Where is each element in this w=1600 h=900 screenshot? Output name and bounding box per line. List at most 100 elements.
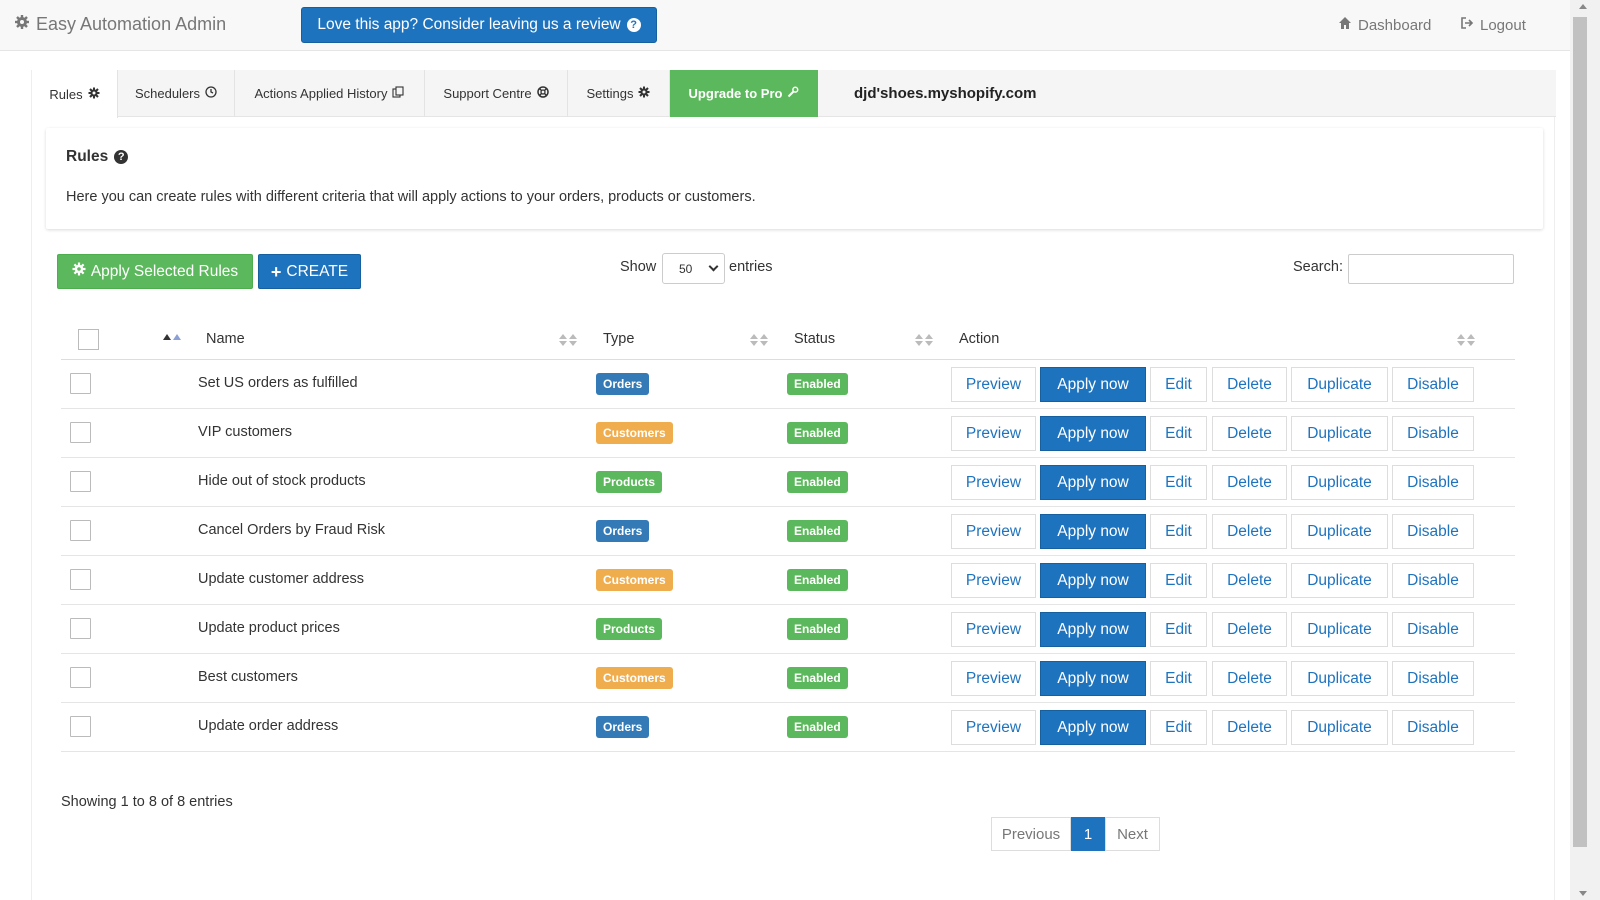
shop-domain: djd'shoes.myshopify.com (854, 85, 1037, 102)
sort-active-icon[interactable] (163, 334, 181, 346)
duplicate-button[interactable]: Duplicate (1291, 563, 1388, 598)
type-badge: Orders (596, 716, 650, 738)
previous-page-button[interactable]: Previous (991, 817, 1071, 851)
tab-settings[interactable]: Settings (568, 70, 670, 117)
duplicate-button[interactable]: Duplicate (1291, 612, 1388, 647)
row-checkbox[interactable] (70, 716, 91, 737)
preview-button[interactable]: Preview (951, 612, 1036, 647)
tab-actions-applied-history[interactable]: Actions Applied History (235, 70, 425, 117)
apply-now-button[interactable]: Apply now (1040, 465, 1146, 500)
apply-now-button[interactable]: Apply now (1040, 661, 1146, 696)
rule-name: Hide out of stock products (198, 473, 366, 489)
duplicate-button[interactable]: Duplicate (1291, 710, 1388, 745)
duplicate-button[interactable]: Duplicate (1291, 416, 1388, 451)
row-checkbox[interactable] (70, 422, 91, 443)
row-checkbox[interactable] (70, 618, 91, 639)
edit-button[interactable]: Edit (1150, 465, 1207, 500)
row-checkbox[interactable] (70, 569, 91, 590)
edit-button[interactable]: Edit (1150, 367, 1207, 402)
page-scrollbar[interactable] (1570, 0, 1600, 900)
delete-button[interactable]: Delete (1212, 465, 1287, 500)
disable-button[interactable]: Disable (1392, 416, 1474, 451)
table-row: Hide out of stock products Products Enable… (61, 458, 1515, 507)
edit-button[interactable]: Edit (1150, 416, 1207, 451)
delete-button[interactable]: Delete (1212, 661, 1287, 696)
next-page-button[interactable]: Next (1105, 817, 1160, 851)
edit-button[interactable]: Edit (1150, 563, 1207, 598)
disable-button[interactable]: Disable (1392, 514, 1474, 549)
rule-name: Update order address (198, 718, 339, 734)
edit-button[interactable]: Edit (1150, 514, 1207, 549)
column-header-action[interactable]: Action (959, 318, 999, 360)
rules-info-title: Rules ? (66, 148, 129, 166)
delete-button[interactable]: Delete (1212, 710, 1287, 745)
delete-button[interactable]: Delete (1212, 416, 1287, 451)
disable-button[interactable]: Disable (1392, 710, 1474, 745)
search-input[interactable] (1348, 254, 1514, 284)
preview-button[interactable]: Preview (951, 514, 1036, 549)
delete-button[interactable]: Delete (1212, 563, 1287, 598)
apply-now-button[interactable]: Apply now (1040, 710, 1146, 745)
row-checkbox[interactable] (70, 520, 91, 541)
duplicate-button[interactable]: Duplicate (1291, 465, 1388, 500)
select-all-checkbox[interactable] (78, 329, 99, 350)
preview-button[interactable]: Preview (951, 367, 1036, 402)
create-rule-button[interactable]: + CREATE (258, 254, 361, 289)
sort-icon[interactable] (1457, 334, 1475, 346)
sort-icon[interactable] (750, 334, 768, 346)
duplicate-button[interactable]: Duplicate (1291, 661, 1388, 696)
row-checkbox[interactable] (70, 373, 91, 394)
column-header-status[interactable]: Status (794, 318, 835, 360)
delete-button[interactable]: Delete (1212, 367, 1287, 402)
row-checkbox[interactable] (70, 667, 91, 688)
sort-icon[interactable] (559, 334, 577, 346)
entries-per-page-select[interactable]: 50 (662, 253, 725, 284)
edit-button[interactable]: Edit (1150, 661, 1207, 696)
edit-button[interactable]: Edit (1150, 710, 1207, 745)
scroll-thumb[interactable] (1573, 17, 1587, 847)
delete-button[interactable]: Delete (1212, 612, 1287, 647)
column-header-type[interactable]: Type (603, 318, 634, 360)
preview-button[interactable]: Preview (951, 563, 1036, 598)
edit-button[interactable]: Edit (1150, 612, 1207, 647)
delete-button[interactable]: Delete (1212, 514, 1287, 549)
tab-schedulers[interactable]: Schedulers (118, 70, 235, 117)
disable-button[interactable]: Disable (1392, 661, 1474, 696)
apply-selected-rules-label: Apply Selected Rules (90, 262, 239, 280)
tab-support-centre[interactable]: Support Centre (425, 70, 568, 117)
tab-rules[interactable]: Rules (32, 70, 118, 118)
tab-upgrade-to-pro[interactable]: Upgrade to Pro (670, 70, 818, 117)
disable-button[interactable]: Disable (1392, 367, 1474, 402)
logout-link[interactable]: Logout (1460, 16, 1526, 34)
sort-icon[interactable] (915, 334, 933, 346)
apply-now-button[interactable]: Apply now (1040, 367, 1146, 402)
column-header-name[interactable]: Name (206, 318, 245, 360)
dashboard-link[interactable]: Dashboard (1338, 16, 1431, 34)
row-checkbox[interactable] (70, 471, 91, 492)
disable-button[interactable]: Disable (1392, 612, 1474, 647)
question-icon[interactable]: ? (114, 150, 129, 164)
apply-now-button[interactable]: Apply now (1040, 416, 1146, 451)
preview-button[interactable]: Preview (951, 416, 1036, 451)
leave-review-button[interactable]: Love this app? Consider leaving us a rev… (301, 7, 657, 43)
disable-button[interactable]: Disable (1392, 563, 1474, 598)
apply-selected-rules-button[interactable]: Apply Selected Rules (57, 254, 253, 289)
preview-button[interactable]: Preview (951, 465, 1036, 500)
preview-button[interactable]: Preview (951, 661, 1036, 696)
scroll-down-arrow-icon[interactable] (1579, 891, 1587, 896)
apply-now-button[interactable]: Apply now (1040, 514, 1146, 549)
page-1-button[interactable]: 1 (1071, 817, 1105, 851)
disable-button[interactable]: Disable (1392, 465, 1474, 500)
apply-now-button[interactable]: Apply now (1040, 612, 1146, 647)
duplicate-button[interactable]: Duplicate (1291, 514, 1388, 549)
preview-button[interactable]: Preview (951, 710, 1036, 745)
wrench-icon (787, 86, 799, 101)
question-icon: ? (626, 18, 641, 32)
scroll-up-arrow-icon[interactable] (1579, 4, 1587, 9)
apply-now-button[interactable]: Apply now (1040, 563, 1146, 598)
table-row: Best customers Customers Enabled Preview App… (61, 654, 1515, 703)
brand[interactable]: Easy Automation Admin (14, 14, 226, 35)
rules-info-panel: Rules ? Here you can create rules with d… (46, 128, 1543, 229)
type-badge: Products (596, 471, 663, 493)
duplicate-button[interactable]: Duplicate (1291, 367, 1388, 402)
